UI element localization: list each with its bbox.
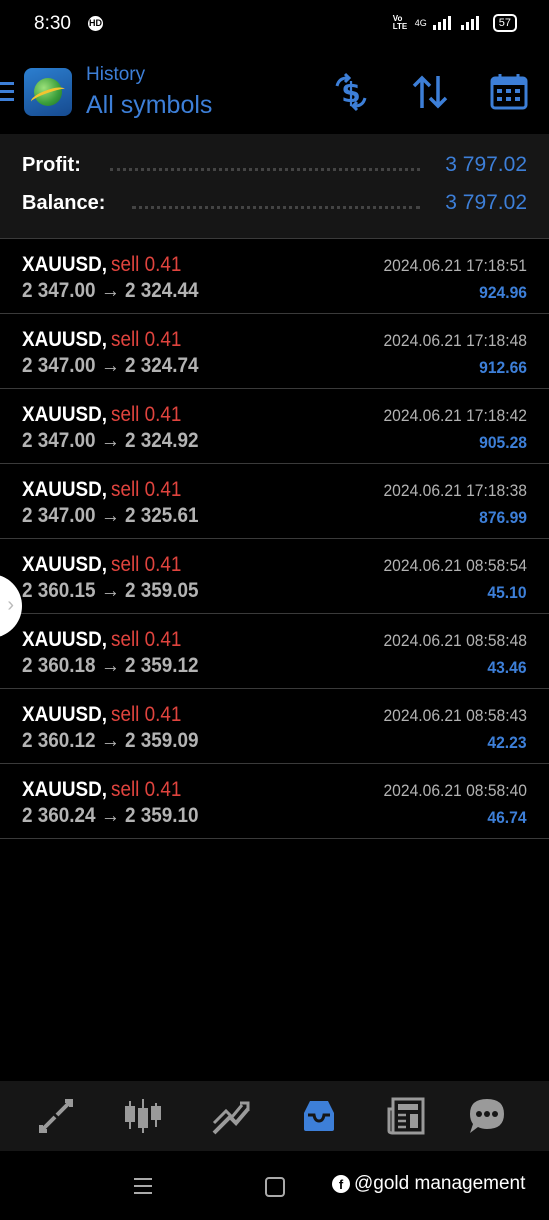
deal-profit: 905.28 xyxy=(479,433,527,452)
deal-profit: 46.74 xyxy=(487,808,527,827)
deal-type: sell 0.41 xyxy=(111,628,182,651)
trade-icon[interactable] xyxy=(210,1095,252,1137)
deal-symbol: XAUUSD, xyxy=(22,703,108,726)
deal-row[interactable]: XAUUSD, sell 0.41 2 360.18 → 2 359.12 20… xyxy=(0,613,549,688)
network-type: 4G xyxy=(414,18,427,28)
balance-label: Balance: xyxy=(22,192,106,214)
deal-row[interactable]: XAUUSD, sell 0.41 2 360.15 → 2 359.05 20… xyxy=(0,538,549,613)
deal-type: sell 0.41 xyxy=(111,328,182,351)
chart-icon[interactable] xyxy=(122,1095,164,1137)
menu-icon[interactable] xyxy=(0,82,16,104)
watermark: f @gold management xyxy=(332,1173,525,1195)
deal-prices: 2 360.15 → 2 359.05 xyxy=(22,579,199,602)
currency-swap-icon[interactable]: $ xyxy=(329,70,373,114)
deals-list: XAUUSD, sell 0.41 2 347.00 → 2 324.44 20… xyxy=(0,238,549,839)
profit-row: Profit: 3 797.02 xyxy=(0,150,549,182)
news-icon[interactable] xyxy=(385,1095,427,1137)
deal-prices: 2 347.00 → 2 324.74 xyxy=(22,354,199,377)
signal-icon xyxy=(432,16,451,30)
deal-datetime: 2024.06.21 08:58:54 xyxy=(383,556,527,575)
deal-datetime: 2024.06.21 08:58:48 xyxy=(383,631,527,650)
profit-value: 3 797.02 xyxy=(445,153,527,176)
page-subtitle: History xyxy=(86,64,146,85)
calendar-icon[interactable] xyxy=(487,70,531,114)
messages-icon[interactable] xyxy=(466,1095,508,1137)
page-title[interactable]: All symbols xyxy=(86,91,212,120)
deal-row[interactable]: XAUUSD, sell 0.41 2 347.00 → 2 324.44 20… xyxy=(0,238,549,313)
dotted-leader xyxy=(110,168,420,171)
sort-icon[interactable] xyxy=(408,70,452,114)
deal-symbol: XAUUSD, xyxy=(22,253,108,276)
deal-datetime: 2024.06.21 17:18:48 xyxy=(383,331,527,350)
deal-symbol: XAUUSD, xyxy=(22,628,108,651)
deal-symbol: XAUUSD, xyxy=(22,403,108,426)
status-indicators: Vo LTE 4G 57 xyxy=(393,14,517,32)
bottom-nav xyxy=(0,1081,549,1151)
deal-prices: 2 347.00 → 2 324.92 xyxy=(22,429,199,452)
facebook-icon: f xyxy=(332,1175,350,1193)
history-icon[interactable] xyxy=(298,1095,340,1137)
battery-icon: 57 xyxy=(492,14,517,32)
deal-prices: 2 360.18 → 2 359.12 xyxy=(22,654,199,677)
recent-apps-icon[interactable] xyxy=(134,1178,152,1199)
balance-value: 3 797.02 xyxy=(445,191,527,214)
status-time: 8:30 xyxy=(34,13,71,34)
deal-profit: 876.99 xyxy=(479,508,527,527)
deal-profit: 43.46 xyxy=(487,658,527,677)
deal-symbol: XAUUSD, xyxy=(22,553,108,576)
watermark-text: @gold management xyxy=(354,1173,526,1194)
signal-icon-2 xyxy=(460,16,479,30)
dotted-leader xyxy=(132,206,420,209)
system-nav-bar: f @gold management xyxy=(0,1151,549,1220)
deal-prices: 2 360.12 → 2 359.09 xyxy=(22,729,199,752)
deal-datetime: 2024.06.21 17:18:38 xyxy=(383,481,527,500)
deal-row[interactable]: XAUUSD, sell 0.41 2 360.24 → 2 359.10 20… xyxy=(0,763,549,839)
deal-row[interactable]: XAUUSD, sell 0.41 2 347.00 → 2 324.74 20… xyxy=(0,313,549,388)
deal-type: sell 0.41 xyxy=(111,778,182,801)
account-summary: Profit: 3 797.02 Balance: 3 797.02 xyxy=(0,134,549,238)
volte-icon: Vo LTE xyxy=(392,14,408,31)
deal-prices: 2 347.00 → 2 325.61 xyxy=(22,504,199,527)
deal-datetime: 2024.06.21 08:58:40 xyxy=(383,781,527,800)
app-logo xyxy=(24,68,72,116)
deal-profit: 45.10 xyxy=(487,583,527,602)
deal-row[interactable]: XAUUSD, sell 0.41 2 347.00 → 2 324.92 20… xyxy=(0,388,549,463)
deal-datetime: 2024.06.21 17:18:42 xyxy=(383,406,527,425)
deal-prices: 2 360.24 → 2 359.10 xyxy=(22,804,199,827)
deal-datetime: 2024.06.21 17:18:51 xyxy=(383,256,527,275)
deal-symbol: XAUUSD, xyxy=(22,778,108,801)
deal-profit: 42.23 xyxy=(487,733,527,752)
deal-profit: 924.96 xyxy=(479,283,527,302)
deal-row[interactable]: XAUUSD, sell 0.41 2 360.12 → 2 359.09 20… xyxy=(0,688,549,763)
deal-symbol: XAUUSD, xyxy=(22,478,108,501)
balance-row: Balance: 3 797.02 xyxy=(0,188,549,220)
deal-datetime: 2024.06.21 08:58:43 xyxy=(383,706,527,725)
status-bar: 8:30 HD Vo LTE 4G 57 xyxy=(0,0,549,48)
deal-prices: 2 347.00 → 2 324.44 xyxy=(22,279,199,302)
deal-type: sell 0.41 xyxy=(111,403,182,426)
deal-symbol: XAUUSD, xyxy=(22,328,108,351)
deal-type: sell 0.41 xyxy=(111,703,182,726)
profit-label: Profit: xyxy=(22,154,81,176)
deal-type: sell 0.41 xyxy=(111,478,182,501)
home-icon[interactable] xyxy=(265,1177,285,1197)
hd-icon: HD xyxy=(88,16,103,31)
deal-profit: 912.66 xyxy=(479,358,527,377)
chevron-right-icon: › xyxy=(7,594,14,616)
quotes-icon[interactable] xyxy=(35,1095,77,1137)
deal-type: sell 0.41 xyxy=(111,553,182,576)
deal-row[interactable]: XAUUSD, sell 0.41 2 347.00 → 2 325.61 20… xyxy=(0,463,549,538)
deal-type: sell 0.41 xyxy=(111,253,182,276)
app-header: History All symbols $ xyxy=(0,58,549,134)
